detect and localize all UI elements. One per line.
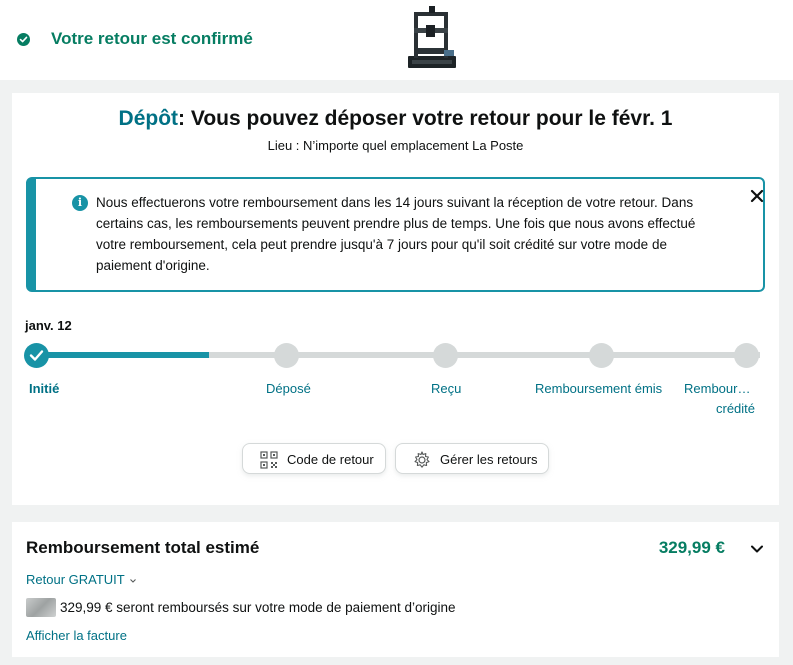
qr-code-icon (259, 450, 279, 470)
progress-fill (36, 352, 209, 358)
return-code-button[interactable]: Code de retour (242, 443, 386, 474)
refund-info-alert: i Nous effectuerons votre remboursement … (26, 177, 765, 292)
refund-title: Remboursement total estimé (26, 538, 260, 557)
confirmation-banner: Votre retour est confirmé (0, 0, 793, 80)
return-code-label: Code de retour (287, 452, 374, 467)
step-node-depose (274, 343, 299, 368)
step-node-remboursement-emis (589, 343, 614, 368)
step-label-remboursement-emis: Remboursement émis (535, 381, 663, 396)
step-node-rembourse-credite (734, 343, 759, 368)
return-free-dropdown[interactable]: Retour GRATUIT (26, 572, 137, 588)
step-node-initie (24, 343, 49, 368)
confirmation-text: Votre retour est confirmé (51, 29, 253, 48)
refund-amount: 329,99 € (658, 538, 725, 557)
page-title: Dépôt: Vous pouvez déposer votre retour … (12, 107, 779, 131)
dropoff-location: Lieu : N’importe quel emplacement La Pos… (267, 138, 524, 153)
step-node-recu (433, 343, 458, 368)
headline-text: : Vous pouvez déposer votre retour pour … (178, 107, 673, 130)
refund-description: 329,99 € seront remboursés sur votre mod… (60, 600, 456, 615)
headline-accent: Dépôt (118, 107, 179, 130)
timeline-date: janv. 12 (25, 318, 72, 333)
check-circle-icon (17, 33, 30, 46)
chevron-down-icon[interactable] (749, 541, 765, 557)
return-free-label: Retour GRATUIT (26, 572, 125, 587)
check-icon (29, 350, 44, 361)
alert-text: Nous effectuerons votre remboursement da… (96, 195, 696, 273)
small-chevron-down-icon (129, 573, 137, 588)
step-label-rembourse: Rembour… (684, 381, 751, 396)
step-label-depose: Déposé (266, 381, 311, 396)
manage-returns-button[interactable]: Gérer les retours (395, 443, 549, 474)
product-image[interactable] (404, 4, 460, 72)
gear-icon (412, 450, 432, 470)
manage-returns-label: Gérer les retours (440, 452, 538, 467)
info-icon: i (72, 195, 88, 211)
step-label-initie: Initié (29, 381, 60, 396)
view-invoice-link[interactable]: Afficher la facture (26, 628, 127, 643)
return-status-card: Dépôt: Vous pouvez déposer votre retour … (12, 93, 779, 505)
step-label-recu: Reçu (431, 381, 462, 396)
payment-card-icon (26, 598, 56, 617)
step-label-credite: crédité (716, 401, 756, 416)
close-icon[interactable] (748, 187, 766, 205)
refund-summary-card: Remboursement total estimé 329,99 € Reto… (12, 522, 779, 657)
